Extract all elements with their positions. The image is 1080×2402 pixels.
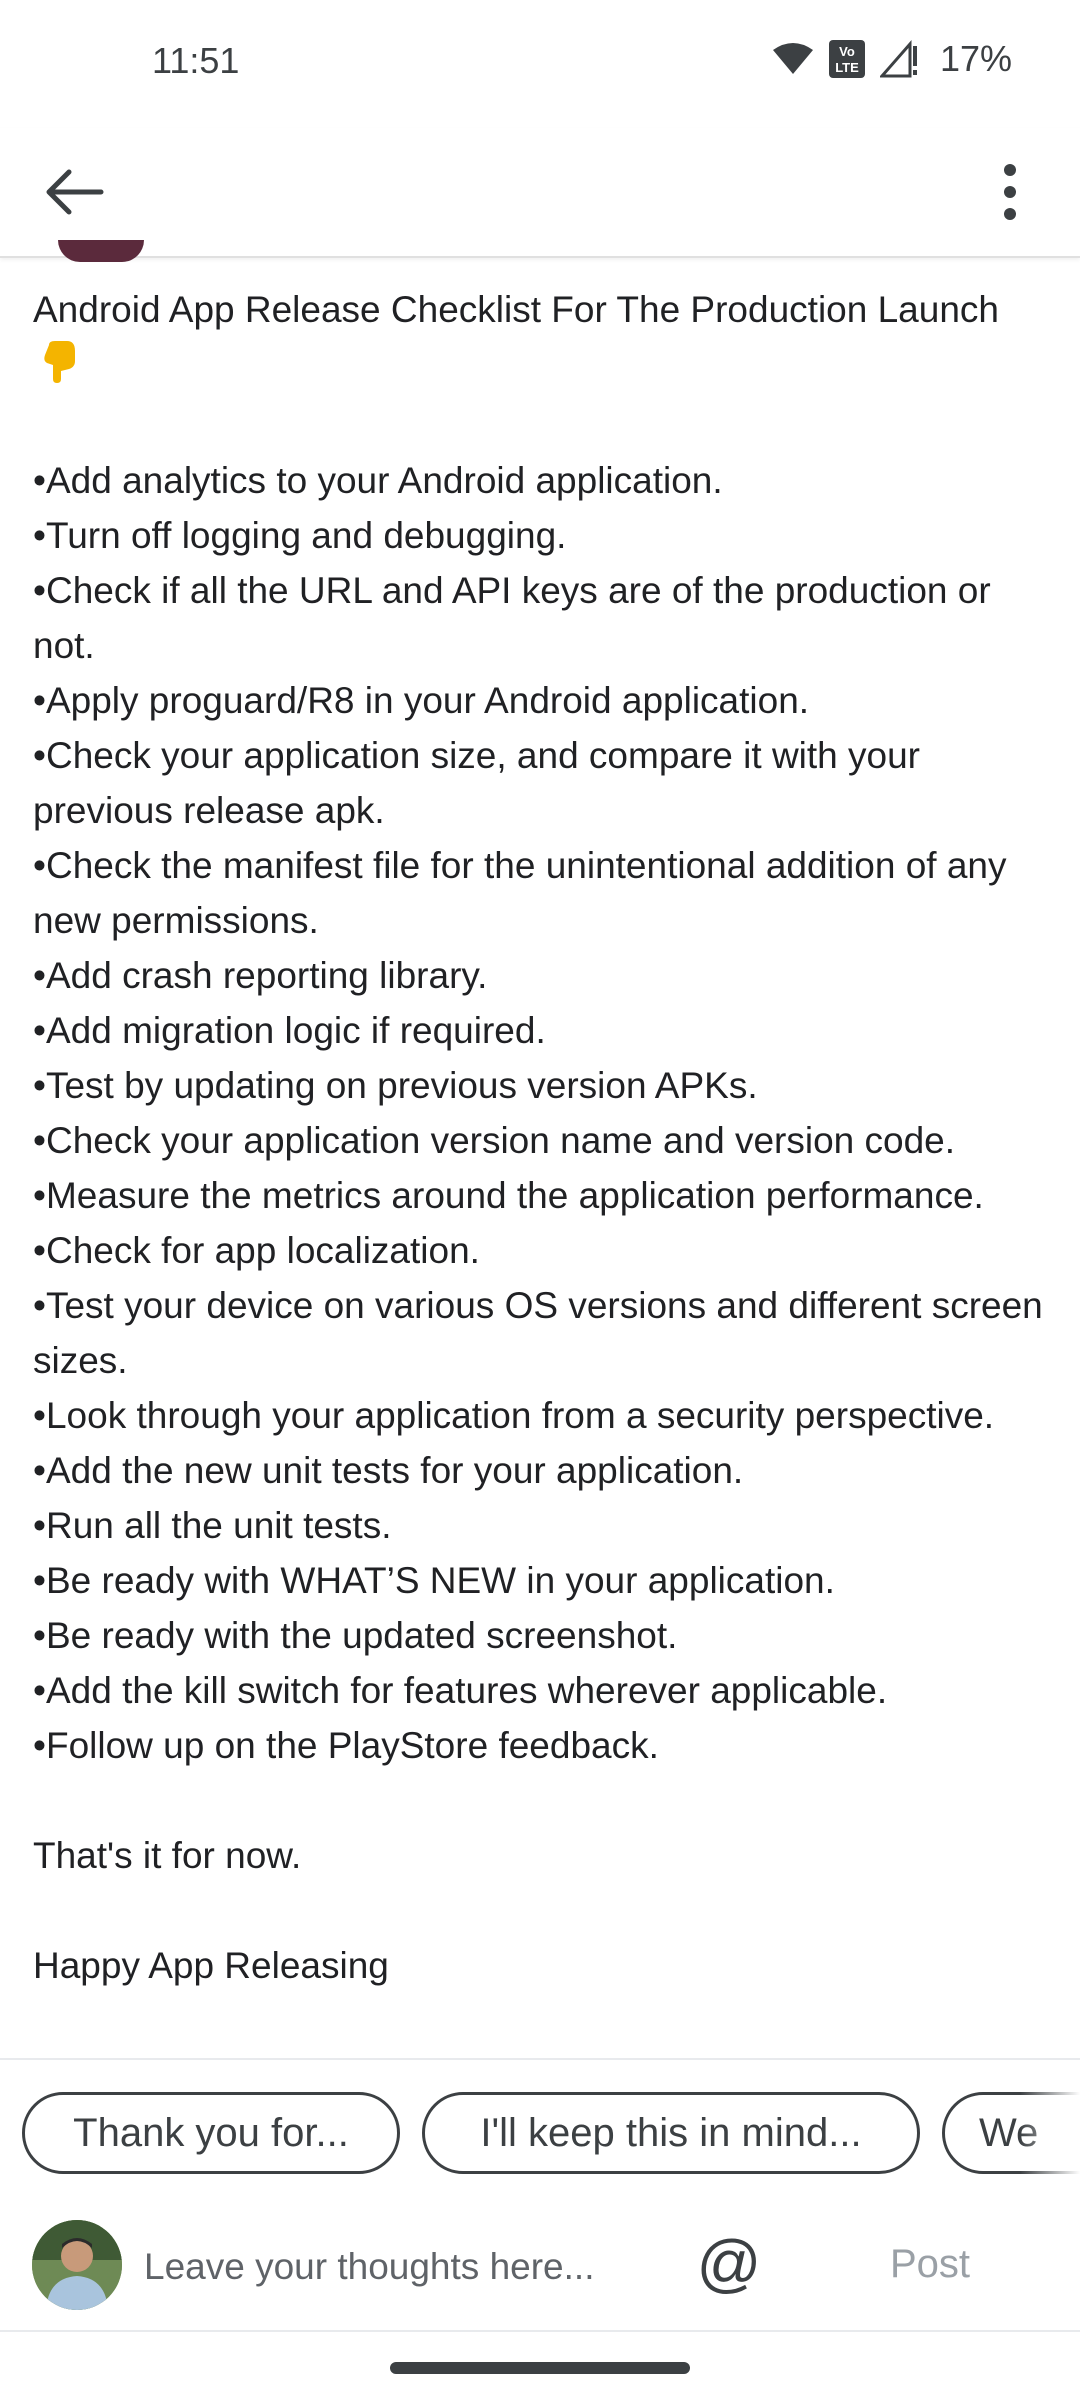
mention-button[interactable]: @	[694, 2227, 764, 2299]
checklist-item: Check the manifest file for the unintent…	[33, 838, 1053, 948]
post-title: Android App Release Checklist For The Pr…	[33, 282, 1053, 398]
checklist-item: Add the kill switch for features whereve…	[33, 1663, 1053, 1718]
comment-input[interactable]	[142, 2236, 666, 2298]
wifi-icon	[772, 43, 813, 74]
comment-composer: @ Post	[0, 2208, 1080, 2330]
checklist-item: Be ready with the updated screenshot.	[33, 1608, 1053, 1663]
checklist-item: Be ready with WHAT’S NEW in your applica…	[33, 1553, 1053, 1608]
more-options-button[interactable]	[976, 158, 1044, 226]
status-icons: Vo LTE 17%	[772, 38, 1012, 80]
home-gesture-handle[interactable]	[390, 2362, 690, 2374]
author-avatar	[58, 240, 144, 262]
svg-text:LTE: LTE	[835, 60, 859, 75]
pointing-down-emoji	[39, 339, 79, 398]
checklist-item: Follow up on the PlayStore feedback.	[33, 1718, 1053, 1773]
status-bar: 11:51 Vo LTE 17%	[0, 0, 1080, 128]
signal-icon	[879, 40, 917, 78]
post-button[interactable]: Post	[860, 2234, 1000, 2294]
volte-icon: Vo LTE	[828, 40, 865, 78]
checklist-item: Add analytics to your Android applicatio…	[33, 453, 1053, 508]
checklist-item: Add the new unit tests for your applicat…	[33, 1443, 1053, 1498]
checklist-item: Test your device on various OS versions …	[33, 1278, 1053, 1388]
user-avatar	[32, 2220, 122, 2310]
post-body: Android App Release Checklist For The Pr…	[33, 282, 1053, 2054]
more-vert-icon	[1004, 164, 1016, 220]
battery-percent: 17%	[939, 38, 1012, 79]
svg-text:Vo: Vo	[839, 44, 855, 59]
status-time: 11:51	[152, 40, 240, 81]
checklist-item: Check your application version name and …	[33, 1113, 1053, 1168]
signoff-text: Happy App Releasing	[33, 1945, 389, 1986]
checklist-item: Look through your application from a sec…	[33, 1388, 1053, 1443]
closing-text: That's it for now.	[33, 1835, 302, 1876]
post-title-text: Android App Release Checklist For The Pr…	[33, 289, 999, 330]
checklist-item: Check your application size, and compare…	[33, 728, 1053, 838]
app-bar	[0, 128, 1080, 258]
arrow-back-icon	[46, 169, 104, 215]
checklist-item: Add migration logic if required.	[33, 1003, 1053, 1058]
checklist-item: Run all the unit tests.	[33, 1498, 1053, 1553]
chip-fade	[1020, 2090, 1080, 2180]
checklist-item: Apply proguard/R8 in your Android applic…	[33, 673, 1053, 728]
checklist-item: Test by updating on previous version APK…	[33, 1058, 1053, 1113]
suggestion-chip[interactable]: Thank you for...	[22, 2092, 400, 2174]
checklist-item: Measure the metrics around the applicati…	[33, 1168, 1053, 1223]
suggested-replies: Thank you for... I'll keep this in mind.…	[0, 2058, 1080, 2210]
checklist-item: Check for app localization.	[33, 1223, 1053, 1278]
checklist-item: Turn off logging and debugging.	[33, 508, 1053, 563]
checklist-item: Check if all the URL and API keys are of…	[33, 563, 1053, 673]
back-button[interactable]	[36, 158, 112, 226]
suggestion-chip[interactable]: I'll keep this in mind...	[422, 2092, 920, 2174]
checklist-item: Add crash reporting library.	[33, 948, 1053, 1003]
navigation-bar	[0, 2330, 1080, 2402]
checklist: Add analytics to your Android applicatio…	[33, 453, 1053, 1773]
